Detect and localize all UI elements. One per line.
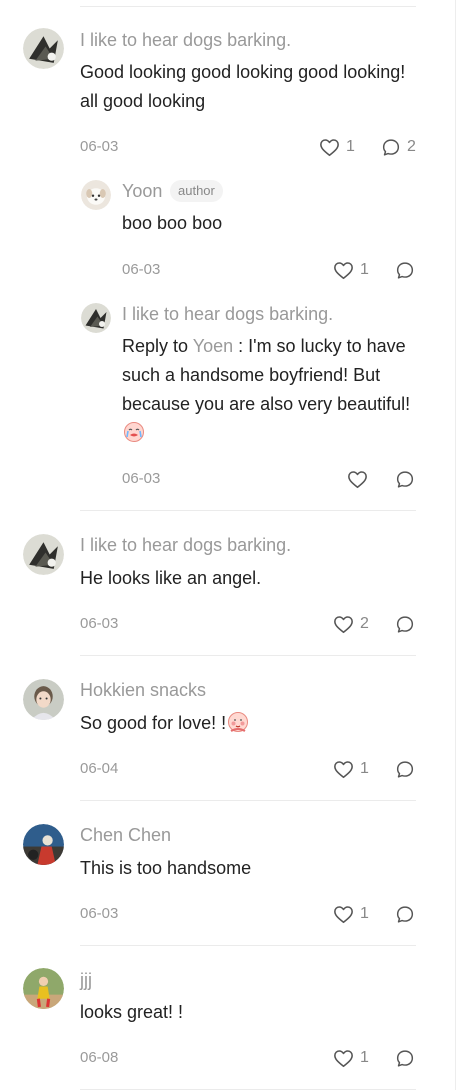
reply-count: 2 — [407, 138, 416, 155]
avatar[interactable] — [23, 968, 64, 1009]
author-badge: author — [170, 180, 223, 202]
like-count: 1 — [360, 760, 369, 777]
reply-text: boo boo boo — [122, 213, 223, 233]
like-button[interactable]: 1 — [319, 136, 355, 158]
heart-outline-icon — [320, 138, 339, 156]
avatar[interactable] — [23, 28, 64, 69]
speech-bubble-icon — [396, 1049, 414, 1067]
like-button[interactable]: 1 — [333, 259, 369, 281]
like-button[interactable]: 1 — [333, 1047, 369, 1069]
like-count: 1 — [360, 261, 369, 278]
divider — [80, 510, 416, 511]
reply-button[interactable]: 2 — [381, 136, 416, 158]
reply-date: 06-03 — [122, 261, 161, 278]
heart-outline-icon — [334, 615, 353, 633]
like-button[interactable]: 1 — [333, 903, 369, 925]
comment-username[interactable]: Hokkien snacks — [80, 679, 206, 701]
like-button[interactable]: 1 — [333, 758, 369, 780]
reply-button[interactable] — [395, 468, 415, 490]
comment-date: 06-03 — [80, 905, 119, 922]
reply-username[interactable]: Yoon — [122, 180, 162, 202]
speech-bubble-icon — [396, 905, 414, 923]
like-count: 1 — [360, 1049, 369, 1066]
divider — [80, 945, 416, 946]
reply-text: Reply to Yoen : I'm so lucky to have suc… — [122, 332, 422, 452]
comment-date: 06-04 — [80, 760, 119, 777]
divider — [80, 6, 416, 7]
reply-button[interactable] — [395, 903, 415, 925]
comment-username[interactable]: I like to hear dogs barking. — [80, 29, 291, 51]
like-count: 1 — [346, 138, 355, 155]
comment-date: 06-08 — [80, 1049, 119, 1066]
comment-date: 06-03 — [80, 138, 119, 155]
avatar[interactable] — [23, 824, 64, 865]
comment-text: He looks like an angel. — [80, 568, 262, 588]
comment-text: looks great! ! — [80, 1002, 184, 1022]
comment-text: This is too handsome — [80, 858, 252, 878]
comment-date: 06-03 — [80, 615, 119, 632]
like-button[interactable]: 2 — [333, 613, 369, 635]
speech-bubble-icon — [396, 261, 414, 279]
avatar[interactable] — [81, 303, 111, 333]
comment-text: So good for love! ! — [80, 709, 410, 742]
like-count: 1 — [360, 905, 369, 922]
speech-bubble-icon — [382, 138, 400, 156]
heart-outline-icon — [334, 1049, 353, 1067]
heart-outline-icon — [334, 905, 353, 923]
comment-username[interactable]: jjj — [80, 969, 92, 991]
reply-button[interactable] — [395, 259, 415, 281]
speech-bubble-icon — [396, 760, 414, 778]
heart-outline-icon — [334, 760, 353, 778]
reply-mention[interactable]: Yoen — [193, 336, 233, 356]
shy-face-emoji — [227, 711, 249, 742]
reply-date: 06-03 — [122, 470, 161, 487]
comment-username[interactable]: Chen Chen — [80, 824, 171, 846]
avatar[interactable] — [23, 534, 64, 575]
speech-bubble-icon — [396, 615, 414, 633]
avatar[interactable] — [23, 679, 64, 720]
divider — [80, 800, 416, 801]
like-button[interactable] — [347, 468, 368, 490]
comment-username[interactable]: I like to hear dogs barking. — [80, 534, 291, 556]
reply-button[interactable] — [395, 613, 415, 635]
avatar[interactable] — [81, 180, 111, 210]
reply-prefix: Reply to — [122, 336, 189, 356]
scroll-edge — [455, 0, 456, 1090]
reply-button[interactable] — [395, 1047, 415, 1069]
reply-button[interactable] — [395, 758, 415, 780]
comment-body: So good for love! ! — [80, 713, 227, 733]
speech-bubble-icon — [396, 470, 414, 488]
like-count: 2 — [360, 615, 369, 632]
heart-outline-icon — [334, 261, 353, 279]
divider — [80, 655, 416, 656]
comment-text: Good looking good looking good looking! … — [80, 62, 406, 111]
reply-username[interactable]: I like to hear dogs barking. — [122, 303, 333, 325]
heart-outline-icon — [348, 470, 367, 488]
crying-face-emoji — [123, 421, 145, 452]
